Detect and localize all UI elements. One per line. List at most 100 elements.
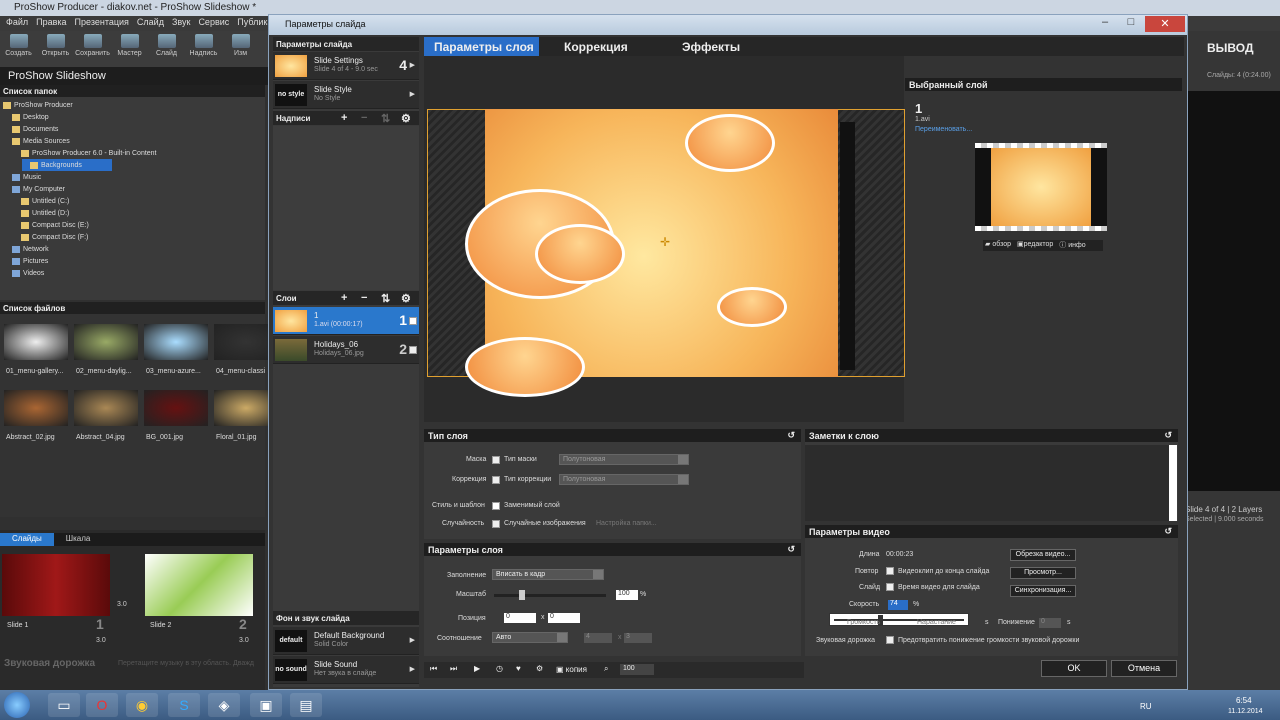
browse-link[interactable]: ▰ обзор: [985, 240, 1011, 251]
folder-item[interactable]: ProShow Producer 6.0 - Built-in Content: [0, 147, 265, 159]
folder-item[interactable]: Compact Disc (F:): [0, 231, 265, 243]
toolbar-button[interactable]: Создать: [0, 31, 37, 67]
slide-thumb[interactable]: [145, 554, 253, 616]
rename-link[interactable]: Переименовать...: [915, 126, 972, 133]
menu-item[interactable]: Сервис: [198, 17, 229, 31]
default-background-item[interactable]: default Default Background Solid Color ▶: [273, 627, 419, 655]
position-x-input[interactable]: 0: [504, 613, 536, 623]
ratio-height-input[interactable]: 3: [624, 633, 652, 643]
scale-slider-track[interactable]: [494, 594, 606, 597]
menu-item[interactable]: Презентация: [75, 17, 129, 31]
ok-button[interactable]: OK: [1041, 660, 1107, 677]
speed-input[interactable]: 74: [888, 600, 908, 610]
menu-item[interactable]: Файл: [6, 17, 28, 31]
prevent-ducking-checkbox[interactable]: [886, 636, 894, 644]
random-images-checkbox[interactable]: [492, 520, 500, 528]
scale-input[interactable]: 100: [616, 590, 638, 600]
output-label[interactable]: ВЫВОД: [1207, 41, 1254, 55]
notes-scrollbar[interactable]: [1169, 445, 1177, 521]
fill-dropdown[interactable]: Вписать в кадр: [492, 569, 604, 580]
explorer-icon[interactable]: ▭: [48, 693, 80, 717]
layer-item-1[interactable]: 1 1.avi (00:00:17) 1: [273, 307, 419, 335]
file-thumbnail[interactable]: [144, 324, 208, 360]
folder-item[interactable]: Desktop: [0, 111, 265, 123]
toolbar-button[interactable]: Слайд: [148, 31, 185, 67]
timer-icon[interactable]: ◷: [496, 664, 503, 673]
ratio-dropdown[interactable]: Авто: [492, 632, 568, 643]
tab-layer-settings[interactable]: Параметры слоя: [424, 37, 539, 56]
trim-video-button[interactable]: Обрезка видео...: [1010, 549, 1076, 561]
tab-timeline[interactable]: Шкала: [54, 533, 103, 546]
folder-item[interactable]: Videos: [0, 267, 265, 279]
toolbar-button[interactable]: Мастер: [111, 31, 148, 67]
layer-visible-checkbox[interactable]: [409, 317, 417, 325]
loop-video-checkbox[interactable]: [886, 567, 894, 575]
start-button[interactable]: [4, 692, 30, 718]
close-button[interactable]: ✕: [1145, 16, 1185, 32]
app-taskbar-icon[interactable]: ▤: [290, 693, 322, 717]
sync-button[interactable]: Синхронизация...: [1010, 585, 1076, 597]
tab-effects[interactable]: Эффекты: [672, 37, 772, 56]
folder-item[interactable]: Compact Disc (E:): [0, 219, 265, 231]
shield-icon[interactable]: ♥: [516, 664, 521, 673]
copy-button[interactable]: ▣ копия: [556, 665, 587, 674]
toolbar-button[interactable]: Открыть: [37, 31, 74, 67]
expand-arrow-icon[interactable]: ▶: [410, 61, 415, 69]
layer-item-2[interactable]: Holidays_06 Holidays_06.jpg 2: [273, 336, 419, 364]
folder-settings-link[interactable]: Настройка папки...: [596, 520, 657, 527]
reorder-caption-icon[interactable]: ⇅: [381, 112, 390, 125]
menu-item[interactable]: Слайд: [137, 17, 164, 31]
add-caption-icon[interactable]: +: [341, 112, 347, 124]
slide-time-checkbox[interactable]: [886, 583, 894, 591]
prev-slide-icon[interactable]: ⏮: [430, 664, 437, 674]
zoom-icon[interactable]: ⌕: [604, 664, 608, 674]
mask-type-checkbox[interactable]: [492, 456, 500, 464]
editor-link[interactable]: ▣редактор: [1017, 240, 1053, 251]
opera-icon[interactable]: O: [86, 693, 118, 717]
expand-arrow-icon[interactable]: ▶: [410, 636, 415, 644]
tab-correction[interactable]: Коррекция: [554, 37, 654, 56]
file-thumbnail[interactable]: [74, 390, 138, 426]
mask-type-dropdown[interactable]: Полутоновая: [559, 454, 689, 465]
lower-input[interactable]: 0: [1039, 618, 1061, 628]
toolbar-button[interactable]: Изм: [222, 31, 259, 67]
caption-settings-gear-icon[interactable]: ⚙: [401, 112, 411, 125]
skype-icon[interactable]: S: [168, 693, 200, 717]
add-layer-icon[interactable]: +: [341, 292, 347, 304]
reset-icon[interactable]: ↺: [787, 430, 795, 441]
file-thumbnail[interactable]: [4, 390, 68, 426]
zoom-input[interactable]: 100: [620, 664, 654, 675]
folder-item[interactable]: Music: [0, 171, 265, 183]
slide-thumb[interactable]: [2, 554, 110, 616]
toolbar-button[interactable]: Сохранить: [74, 31, 111, 67]
layer-notes-textarea[interactable]: [805, 445, 1169, 521]
reset-icon[interactable]: ↺: [1164, 526, 1172, 537]
slide-sound-item[interactable]: no sound Slide Sound Нет звука в слайде …: [273, 656, 419, 684]
reorder-layer-icon[interactable]: ⇅: [381, 292, 390, 305]
file-thumbnail[interactable]: [4, 324, 68, 360]
menu-item[interactable]: Правка: [36, 17, 66, 31]
chrome-icon[interactable]: ◉: [126, 693, 158, 717]
minimize-icon[interactable]: –: [1093, 16, 1117, 32]
folder-item[interactable]: Documents: [0, 123, 265, 135]
next-slide-icon[interactable]: ⏭: [450, 664, 457, 674]
layer-settings-gear-icon[interactable]: ⚙: [401, 292, 411, 305]
slide-style-item[interactable]: no style Slide Style No Style ▶: [273, 81, 419, 109]
scale-slider-handle[interactable]: [519, 590, 525, 600]
folder-item[interactable]: Backgrounds: [22, 159, 112, 171]
expand-arrow-icon[interactable]: ▶: [410, 665, 415, 673]
folder-item[interactable]: Network: [0, 243, 265, 255]
captions-list[interactable]: [273, 126, 419, 290]
tab-slides[interactable]: Слайды: [0, 533, 54, 546]
preview-button[interactable]: Просмотр...: [1010, 567, 1076, 579]
layer-image[interactable]: ✛: [465, 109, 838, 397]
settings-gear-icon[interactable]: ⚙: [536, 664, 543, 673]
cancel-button[interactable]: Отмена: [1111, 660, 1177, 677]
folder-item[interactable]: Media Sources: [0, 135, 265, 147]
folder-item[interactable]: Untitled (C:): [0, 195, 265, 207]
replaceable-layer-checkbox[interactable]: [492, 502, 500, 510]
slide-settings-item[interactable]: Slide Settings Slide 4 of 4 - 9.0 sec 4 …: [273, 52, 419, 80]
folder-item[interactable]: ProShow Producer: [0, 99, 265, 111]
file-thumbnail[interactable]: [144, 390, 208, 426]
ratio-width-input[interactable]: 4: [584, 633, 612, 643]
